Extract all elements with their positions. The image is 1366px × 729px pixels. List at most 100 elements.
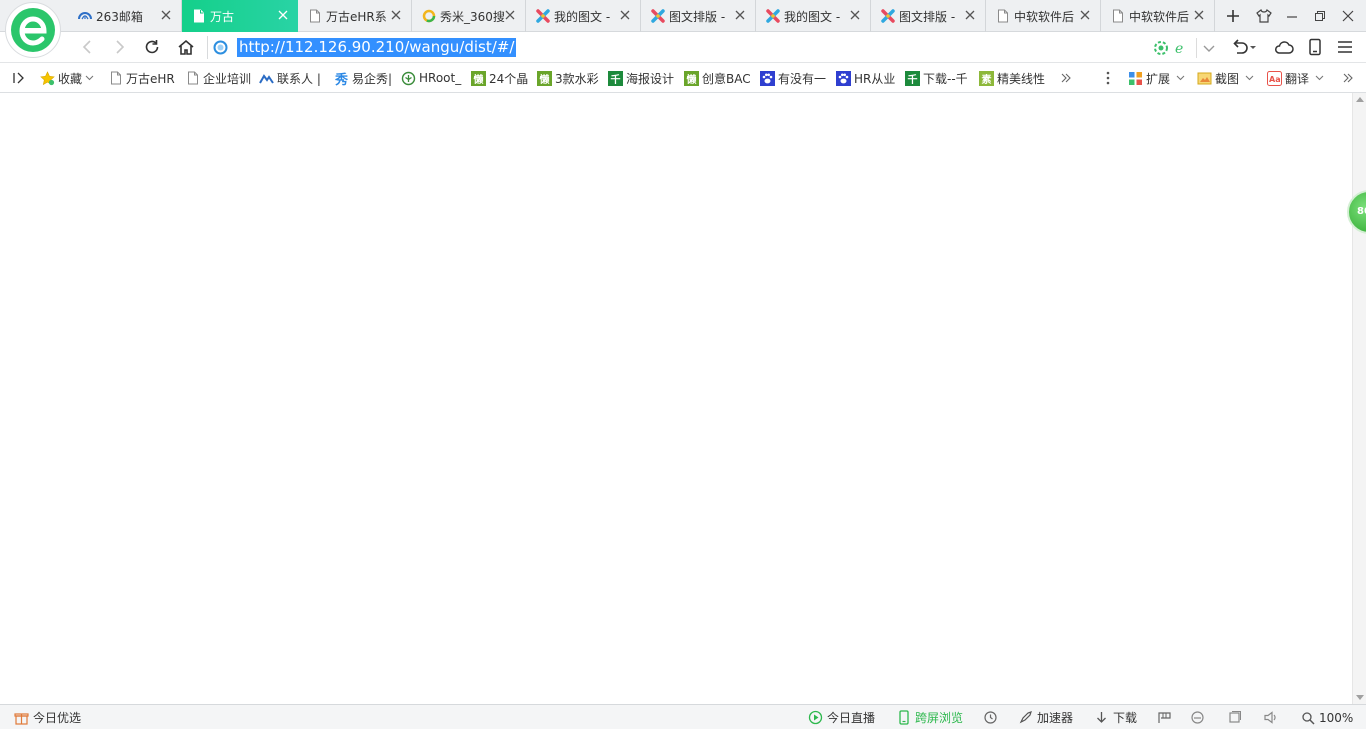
tab-10[interactable]: 中软软件后 [1101,0,1215,32]
address-bar[interactable]: http://112.126.90.210/wangu/dist/#/ e [207,36,1221,59]
tab-4[interactable]: 秀米_360搜 [412,0,526,32]
search-360-icon [422,9,436,23]
bookmark-item-13[interactable]: 千下载--千 [905,69,968,87]
ie-compat-button[interactable] [1190,709,1209,726]
tab-close-icon[interactable] [276,8,290,22]
undo-icon [1233,39,1256,54]
more-tools-button[interactable] [1104,69,1112,87]
svg-text:e: e [1175,41,1183,56]
tab-close-icon[interactable] [1192,8,1206,22]
vertical-scrollbar[interactable] [1352,93,1366,704]
mute-button[interactable] [1263,709,1282,726]
tab-9[interactable]: 中软软件后 [986,0,1101,32]
toolbar-extension-button[interactable]: 扩展 [1128,69,1185,87]
tab-label: 图文排版 - [899,9,956,24]
main-menu-button[interactable] [1332,35,1358,59]
baidu-paw-icon [836,70,851,86]
bookmark-item-4[interactable]: 联系人 | [259,69,321,87]
page-content[interactable] [0,93,1352,704]
address-bar-actions: e [1153,38,1191,58]
tab-list: 263邮箱 万古 万古eHR系 秀米_360搜 我的图文 - 图文排版 - 我的图文 - 图文… [68,0,1215,32]
tools-overflow-button[interactable] [1342,69,1354,87]
back-button[interactable] [74,35,100,59]
ie-mode-icon[interactable]: e [1173,40,1191,56]
tab-close-icon[interactable] [1078,8,1092,22]
plus-icon [1227,10,1239,22]
download-button[interactable]: 下载 [1094,709,1137,726]
new-tab-button[interactable] [1219,0,1247,32]
xiumi-icon [881,9,895,23]
tab-5[interactable]: 我的图文 - [526,0,641,32]
baidu-paw-icon [760,70,775,86]
toolbar-translate-button[interactable]: Aa 翻译 [1267,69,1324,87]
bookmark-item-6[interactable]: HRoot_ [401,69,461,87]
phone-icon [1309,38,1321,56]
address-dropdown[interactable] [1196,38,1216,58]
history-button[interactable] [983,709,1002,726]
tab-close-icon[interactable] [159,8,173,22]
minimize-button[interactable] [1278,0,1306,32]
bookmark-item-9[interactable]: 千海报设计 [608,69,674,87]
ie-icon [1190,710,1205,725]
security-shield-icon[interactable] [1153,40,1169,56]
bookmark-item-14[interactable]: 素精美线性 [979,69,1045,87]
status-bar: 今日优选 今日直播 跨屏浏览 加速器 下载 100% [0,704,1366,729]
flag-button[interactable] [1157,709,1176,726]
tab-label: 我的图文 - [784,9,841,24]
mobile-sync-button[interactable] [1302,35,1328,59]
tab-8[interactable]: 图文排版 - [871,0,986,32]
tab-1[interactable]: 263邮箱 [68,0,182,32]
reload-button[interactable] [139,35,165,59]
window-button[interactable] [1227,709,1246,726]
tab-close-icon[interactable] [503,8,517,22]
home-button[interactable] [173,35,199,59]
phone-icon [896,710,911,725]
bookmark-item-2[interactable]: 万古eHR [108,69,175,87]
bookmark-item-12[interactable]: HR从业 [836,69,895,87]
tab-6[interactable]: 图文排版 - [641,0,756,32]
tab-close-icon[interactable] [389,8,403,22]
bookmark-item-1[interactable]: 收藏 [40,69,94,87]
arrow-right-icon [116,40,125,54]
sidebar-toggle-button[interactable] [12,69,26,87]
cloud-mail-icon [78,9,92,23]
site-info-icon[interactable] [213,40,228,55]
clock-icon [983,710,998,725]
browser-logo[interactable] [5,2,61,58]
tab-close-icon[interactable] [848,8,862,22]
tab-3[interactable]: 万古eHR系 [298,0,412,32]
bookmark-label: 3款水彩 [555,71,599,86]
scroll-down-arrow[interactable] [1356,695,1364,700]
live-button[interactable]: 今日直播 [808,709,875,726]
tab-close-icon[interactable] [733,8,747,22]
tab-close-icon[interactable] [618,8,632,22]
bookmark-item-11[interactable]: 有没有一 [760,69,826,87]
tab-close-icon[interactable] [963,8,977,22]
su-icon: 素 [979,70,994,86]
undo-close-button[interactable] [1230,35,1256,59]
tool-label: 扩展 [1146,71,1171,86]
zoom-button[interactable]: 100% [1300,709,1353,726]
restore-button[interactable] [1306,0,1334,32]
bookmark-item-10[interactable]: 懒创意BAC [684,69,751,87]
bookmark-item-3[interactable]: 企业培训 [185,69,251,87]
forward-button[interactable] [107,35,133,59]
bookmark-item-8[interactable]: 懒 3款水彩 [537,69,599,87]
url-text[interactable]: http://112.126.90.210/wangu/dist/#/ [237,38,517,57]
tab-2[interactable]: 万古 [182,0,298,32]
toolbar-screenshot-button[interactable]: 截图 [1197,69,1254,87]
scroll-up-arrow[interactable] [1356,97,1364,102]
bookmark-item-7[interactable]: 懒 24个晶 [471,69,528,87]
cloud-sync-button[interactable] [1271,35,1297,59]
bookmarks-overflow-button[interactable] [1060,69,1072,87]
bookmark-label: 24个晶 [489,71,529,86]
bookmark-item-5[interactable]: 秀易企秀| [334,69,392,88]
tab-7[interactable]: 我的图文 - [756,0,871,32]
daily-picks-button[interactable]: 今日优选 [14,709,81,726]
close-window-button[interactable] [1334,0,1362,32]
xiumi-icon [766,9,780,23]
page-icon [996,9,1010,23]
cross-screen-button[interactable]: 跨屏浏览 [896,709,963,726]
skin-button[interactable] [1250,0,1278,32]
accelerator-button[interactable]: 加速器 [1018,709,1073,726]
